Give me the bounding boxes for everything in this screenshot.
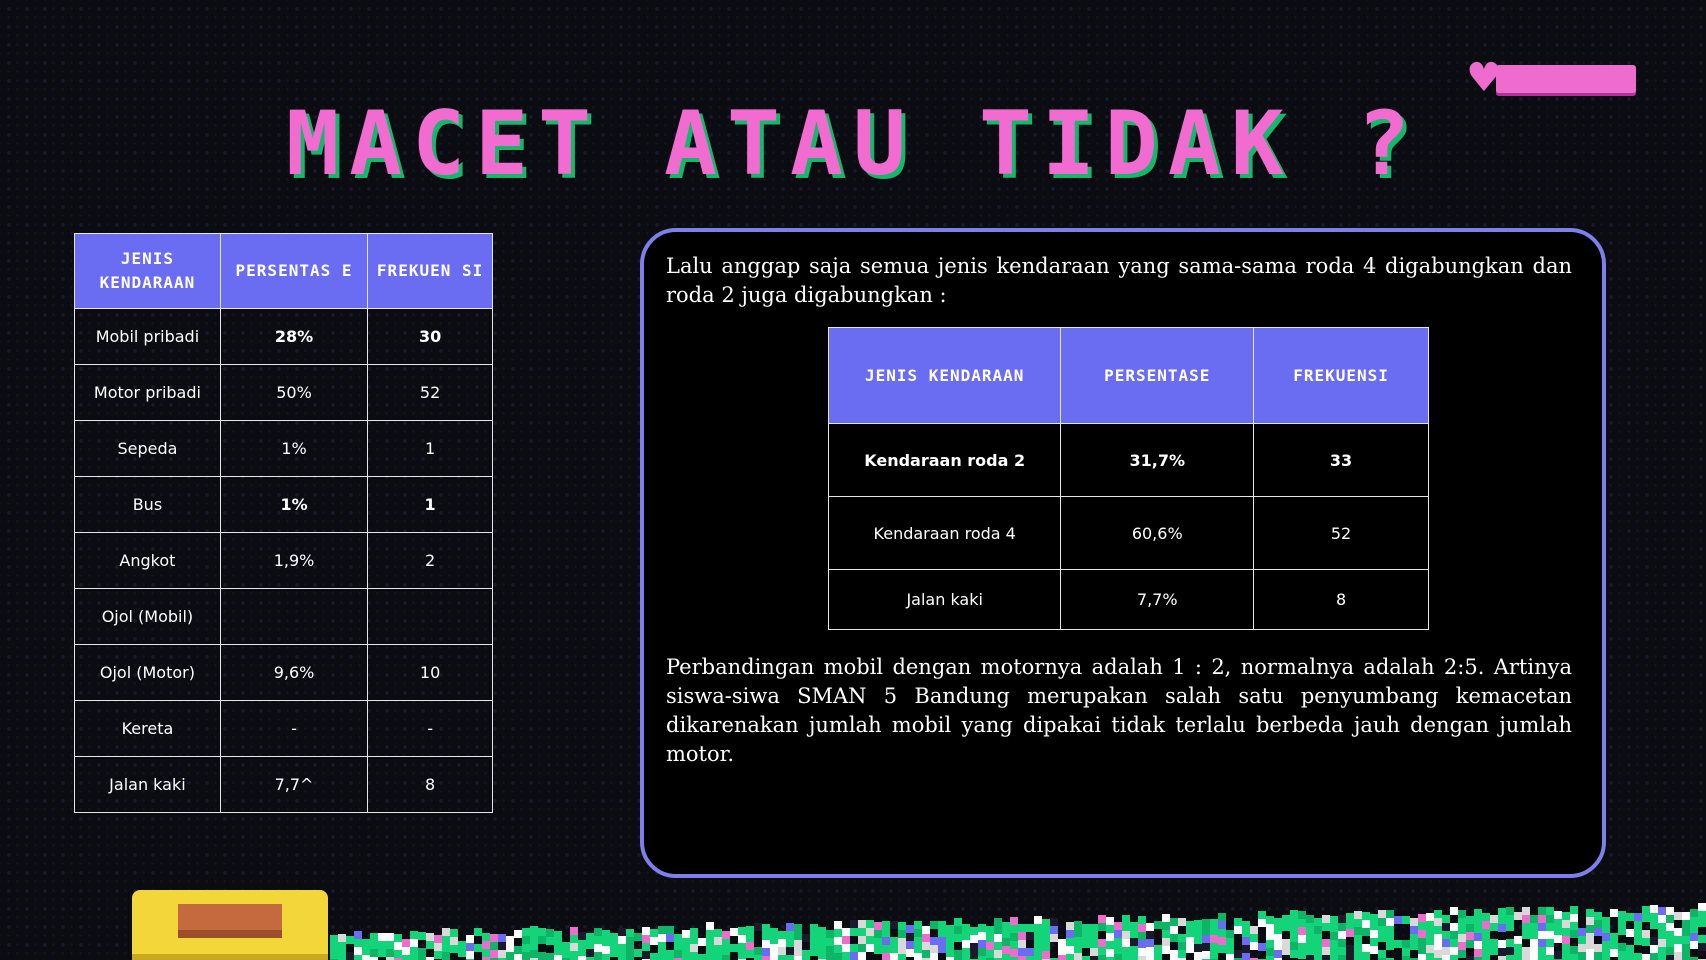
table-header-row: JENIS KENDARAAN PERSENTASE FREKUENSI	[827, 327, 1429, 424]
cell-vehicle-name: Kendaraan roda 4	[827, 496, 1062, 570]
cell-percentage: 28%	[219, 308, 369, 365]
header-persentase: PERSENTAS E	[219, 233, 369, 309]
heart-health-bar-icon: ♥	[1466, 58, 1640, 100]
chest-inner	[178, 904, 282, 938]
cell-vehicle-name: Ojol (Motor)	[74, 644, 221, 701]
cell-frequency: 1	[367, 420, 493, 477]
cell-frequency: 8	[1253, 569, 1429, 630]
conclusion-text: Perbandingan mobil dengan motornya adala…	[666, 655, 1572, 766]
table-row: Kendaraan roda 2 31,7% 33	[827, 423, 1429, 497]
cell-vehicle-name: Bus	[74, 476, 221, 533]
table-row: Jalan kaki 7,7% 8	[827, 569, 1429, 630]
cell-frequency: 1	[367, 476, 493, 533]
intro-text: Lalu anggap saja semua jenis kendaraan y…	[666, 254, 1572, 307]
cell-vehicle-name: Angkot	[74, 532, 221, 589]
cell-percentage: 7,7^	[219, 756, 369, 813]
table-row: Angkot 1,9% 2	[74, 532, 493, 589]
cell-vehicle-name: Ojol (Mobil)	[74, 588, 221, 645]
cell-percentage: 9,6%	[219, 644, 369, 701]
cell-vehicle-name: Jalan kaki	[74, 756, 221, 813]
header-persentase: PERSENTASE	[1060, 327, 1255, 424]
header-jenis-kendaraan: JENIS KENDARAAN	[827, 327, 1062, 424]
cell-percentage: 50%	[219, 364, 369, 421]
cell-frequency: 33	[1253, 423, 1429, 497]
cell-frequency: 30	[367, 308, 493, 365]
cell-frequency: 2	[367, 532, 493, 589]
table-header-row: JENIS KENDARAAN PERSENTAS E FREKUEN SI	[74, 233, 493, 309]
vehicle-survey-table: JENIS KENDARAAN PERSENTAS E FREKUEN SI M…	[74, 233, 493, 813]
table-row: Jalan kaki 7,7^ 8	[74, 756, 493, 813]
analysis-panel: Lalu anggap saja semua jenis kendaraan y…	[640, 228, 1606, 878]
header-frekuensi: FREKUENSI	[1253, 327, 1429, 424]
table-row: Bus 1% 1	[74, 476, 493, 533]
cell-percentage: 1%	[219, 420, 369, 477]
cell-percentage: 31,7%	[1060, 423, 1255, 497]
cell-vehicle-name: Sepeda	[74, 420, 221, 477]
cell-frequency: 52	[1253, 496, 1429, 570]
cell-percentage: -	[219, 700, 369, 757]
table-row: Kendaraan roda 4 60,6% 52	[827, 496, 1429, 570]
cell-vehicle-name: Mobil pribadi	[74, 308, 221, 365]
header-frekuensi: FREKUEN SI	[367, 233, 493, 309]
cell-vehicle-name: Motor pribadi	[74, 364, 221, 421]
table-row: Mobil pribadi 28% 30	[74, 308, 493, 365]
table-row: Motor pribadi 50% 52	[74, 364, 493, 421]
header-jenis-kendaraan: JENIS KENDARAAN	[74, 233, 221, 309]
cell-percentage: 60,6%	[1060, 496, 1255, 570]
table-row: Ojol (Mobil)	[74, 588, 493, 645]
cell-vehicle-name: Kereta	[74, 700, 221, 757]
combined-vehicle-table: JENIS KENDARAAN PERSENTASE FREKUENSI Ken…	[827, 327, 1429, 630]
table-row: Sepeda 1% 1	[74, 420, 493, 477]
health-bar	[1496, 65, 1636, 93]
table-row: Ojol (Motor) 9,6% 10	[74, 644, 493, 701]
cell-vehicle-name: Kendaraan roda 2	[827, 423, 1062, 497]
pixel-grass-icon	[330, 903, 1706, 960]
cell-frequency: 52	[367, 364, 493, 421]
table-row: Kereta - -	[74, 700, 493, 757]
cell-frequency: -	[367, 700, 493, 757]
cell-frequency	[367, 588, 493, 645]
cell-frequency: 8	[367, 756, 493, 813]
cell-percentage: 1%	[219, 476, 369, 533]
page-title: MACET ATAU TIDAK ?	[286, 92, 1420, 195]
cell-percentage: 1,9%	[219, 532, 369, 589]
treasure-chest-icon	[132, 890, 328, 960]
cell-percentage: 7,7%	[1060, 569, 1255, 630]
cell-vehicle-name: Jalan kaki	[827, 569, 1062, 630]
cell-frequency: 10	[367, 644, 493, 701]
cell-percentage	[219, 588, 369, 645]
